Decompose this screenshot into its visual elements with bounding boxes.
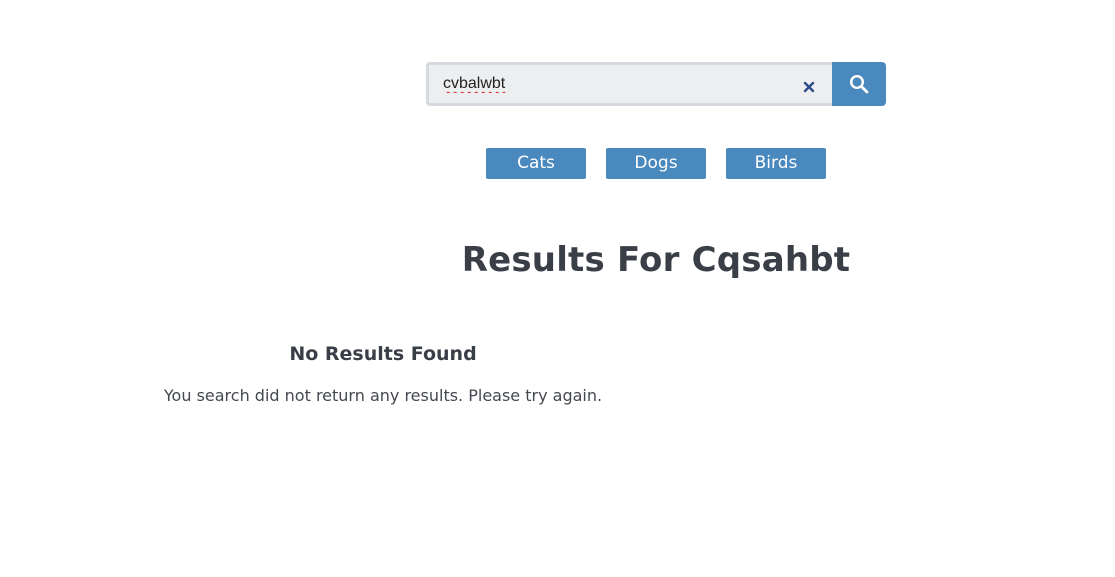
search-input[interactable]	[443, 65, 783, 103]
category-button-birds[interactable]: Birds	[726, 148, 826, 179]
search-button[interactable]	[832, 62, 886, 106]
category-button-cats[interactable]: Cats	[486, 148, 586, 179]
clear-search-button[interactable]	[800, 77, 820, 97]
no-results-heading: No Results Found	[289, 343, 477, 365]
close-icon	[803, 81, 815, 93]
search-input-container[interactable]	[426, 62, 832, 106]
category-button-dogs[interactable]: Dogs	[606, 148, 706, 179]
search-icon	[849, 74, 869, 94]
no-results-message: You search did not return any results. P…	[163, 386, 603, 405]
results-title: Results For Cqsahbt	[461, 240, 851, 280]
search-bar	[426, 62, 886, 106]
search-results-page: Cats Dogs Birds Results For Cqsahbt No R…	[0, 0, 1115, 577]
